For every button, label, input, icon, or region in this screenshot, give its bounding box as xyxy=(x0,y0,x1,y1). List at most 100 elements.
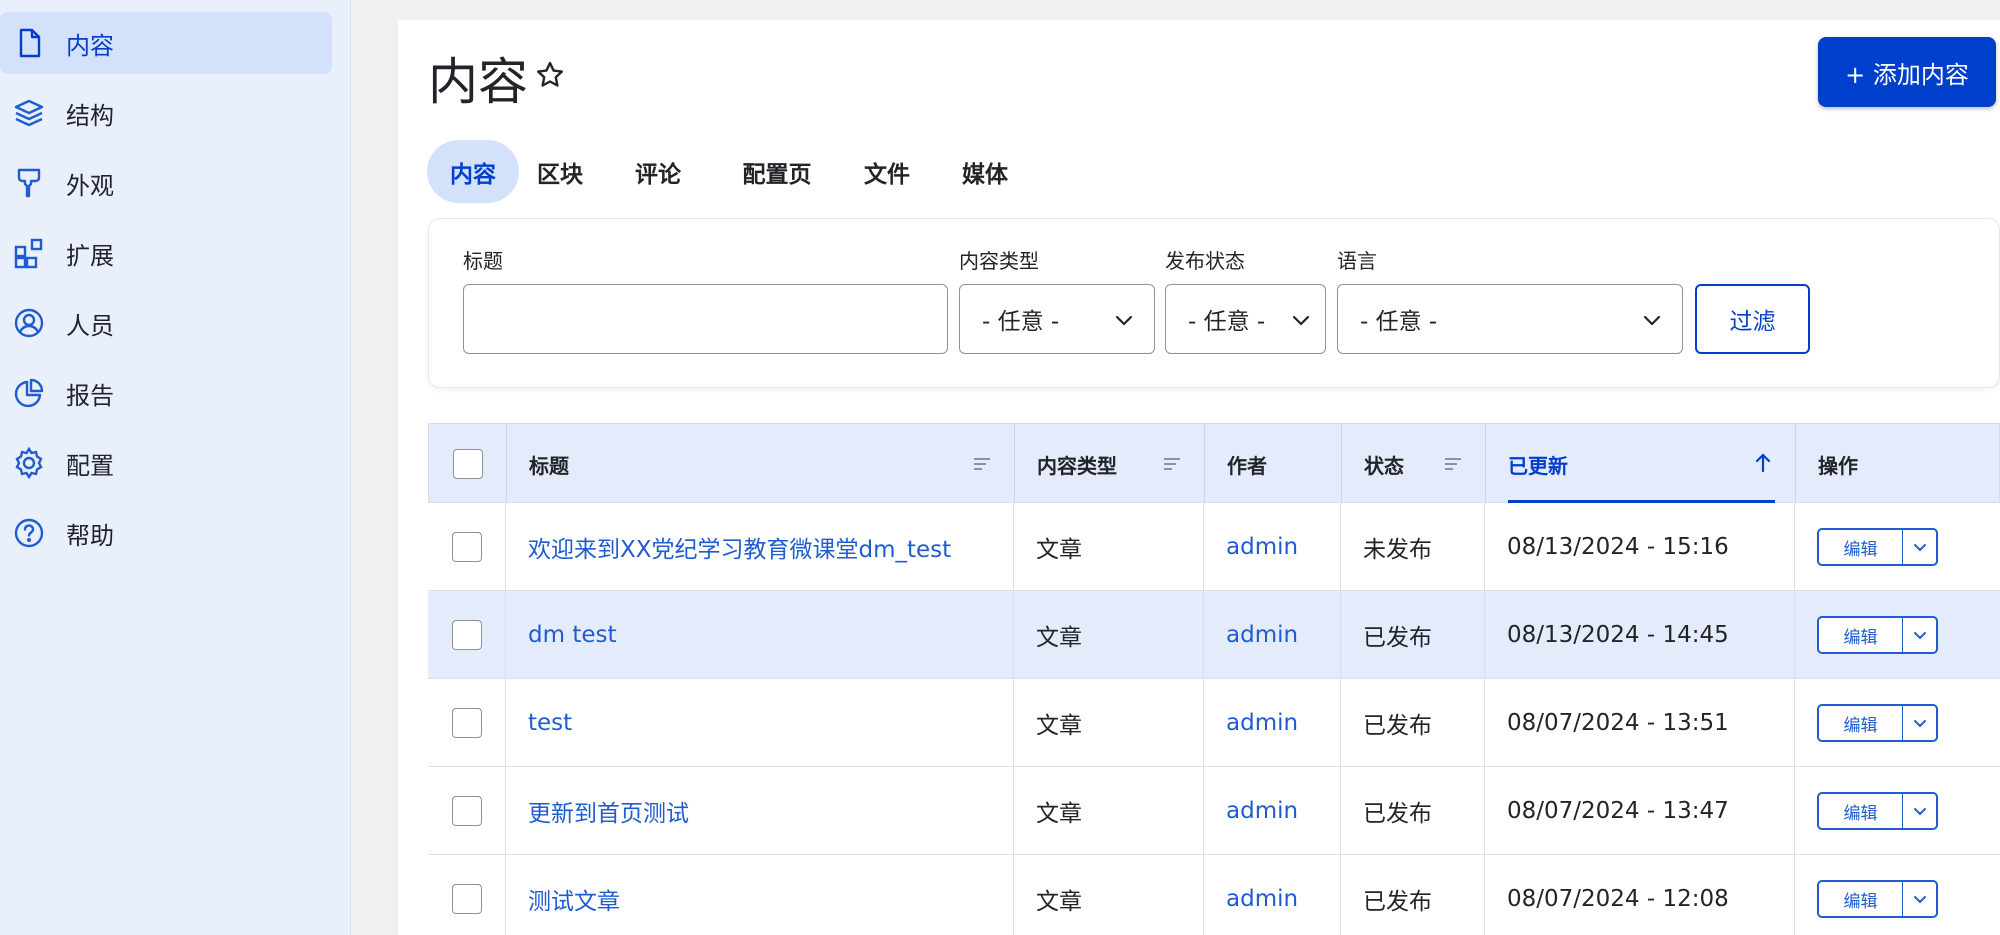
select-all-checkbox[interactable] xyxy=(452,449,483,479)
language-filter-label: 语言 xyxy=(1337,249,1377,273)
chevron-down-icon xyxy=(1913,720,1926,728)
table-header: 标题 内容类型 作者 状态 已更新 操作 xyxy=(428,423,2000,504)
language-filter-select[interactable]: - 任意 - xyxy=(1337,284,1683,354)
row-checkbox[interactable] xyxy=(451,532,482,562)
sidebar-item-label: 报告 xyxy=(66,381,114,410)
operations-cell: 编辑 xyxy=(1795,855,2000,935)
title-cell: 测试文章 xyxy=(506,855,1014,935)
column-title[interactable]: 标题 xyxy=(507,424,1015,504)
table-row: test 文章 admin 已发布 08/07/2024 - 13:51 编辑 xyxy=(428,679,2000,767)
column-title-label: 标题 xyxy=(529,453,569,478)
status-filter-label: 发布状态 xyxy=(1165,249,1245,273)
title-filter-label: 标题 xyxy=(463,249,503,273)
dropdown-toggle[interactable] xyxy=(1903,618,1936,652)
operations-cell: 编辑 xyxy=(1795,503,2000,591)
content-title-link[interactable]: dm test xyxy=(528,622,617,648)
page-title: 内容 xyxy=(428,53,528,111)
dropdown-toggle[interactable] xyxy=(1903,882,1936,916)
column-type[interactable]: 内容类型 xyxy=(1015,424,1205,504)
author-link[interactable]: admin xyxy=(1226,886,1298,912)
sidebar-item-label: 扩展 xyxy=(66,241,114,270)
content-title-link[interactable]: 欢迎来到XX党纪学习教育微课堂dm_test xyxy=(528,530,951,564)
updated-cell: 08/07/2024 - 13:47 xyxy=(1485,767,1795,855)
edit-dropbutton: 编辑 xyxy=(1817,704,1938,742)
content-title-link[interactable]: 更新到首页测试 xyxy=(528,794,689,828)
column-updated-label: 已更新 xyxy=(1508,453,1568,478)
dropdown-toggle[interactable] xyxy=(1903,530,1936,564)
author-cell: admin xyxy=(1204,503,1341,591)
sidebar-item-content[interactable]: 内容 xyxy=(0,12,332,74)
tab-blocks[interactable]: 区块 xyxy=(525,140,595,203)
author-cell: admin xyxy=(1204,855,1341,935)
row-checkbox[interactable] xyxy=(451,708,482,738)
language-filter-value: - 任意 - xyxy=(1360,309,1438,335)
author-link[interactable]: admin xyxy=(1226,710,1298,736)
chevron-down-icon xyxy=(1913,544,1926,552)
row-checkbox[interactable] xyxy=(451,796,482,826)
sidebar-item-people[interactable]: 人员 xyxy=(0,292,332,354)
filter-button[interactable]: 过滤 xyxy=(1695,284,1810,354)
puzzle-icon xyxy=(13,237,45,269)
edit-button[interactable]: 编辑 xyxy=(1819,530,1903,564)
type-filter-select[interactable]: - 任意 - xyxy=(959,284,1155,354)
sort-icon xyxy=(1162,454,1182,474)
content-title-link[interactable]: 测试文章 xyxy=(528,882,620,916)
title-cell: test xyxy=(506,679,1014,767)
sidebar-item-extend[interactable]: 扩展 xyxy=(0,222,332,284)
paint-roller-icon xyxy=(13,167,45,199)
row-select-cell xyxy=(428,855,506,935)
author-cell: admin xyxy=(1204,591,1341,679)
status-cell: 已发布 xyxy=(1341,591,1485,679)
author-link[interactable]: admin xyxy=(1226,798,1298,824)
operations-cell: 编辑 xyxy=(1795,591,2000,679)
title-filter-input[interactable] xyxy=(463,284,948,354)
column-operations-label: 操作 xyxy=(1818,453,1858,478)
arrow-up-icon xyxy=(1753,453,1773,473)
updated-cell: 08/07/2024 - 12:08 xyxy=(1485,855,1795,935)
sidebar-item-help[interactable]: 帮助 xyxy=(0,502,332,564)
edit-button[interactable]: 编辑 xyxy=(1819,618,1903,652)
add-content-button[interactable]: + 添加内容 xyxy=(1818,37,1996,107)
row-checkbox[interactable] xyxy=(451,620,482,650)
row-select-cell xyxy=(428,767,506,855)
sidebar-item-structure[interactable]: 结构 xyxy=(0,82,332,144)
type-filter-value: - 任意 - xyxy=(982,309,1060,335)
tab-content[interactable]: 内容 xyxy=(427,140,519,203)
sidebar-item-reports[interactable]: 报告 xyxy=(0,362,332,424)
status-filter-select[interactable]: - 任意 - xyxy=(1165,284,1326,354)
sidebar-item-config[interactable]: 配置 xyxy=(0,432,332,494)
tab-media[interactable]: 媒体 xyxy=(950,140,1020,203)
filter-form: 标题 内容类型 - 任意 - 发布状态 - 任意 - 语言 - 任意 - 过滤 xyxy=(428,218,2000,388)
author-link[interactable]: admin xyxy=(1226,534,1298,560)
sidebar-item-label: 结构 xyxy=(66,101,114,130)
edit-dropbutton: 编辑 xyxy=(1817,792,1938,830)
row-checkbox[interactable] xyxy=(451,884,482,914)
sidebar: 内容 结构 外观 扩展 人员 报告 配置 帮助 xyxy=(0,0,351,935)
sidebar-item-appearance[interactable]: 外观 xyxy=(0,152,332,214)
chevron-down-icon xyxy=(1913,632,1926,640)
type-cell: 文章 xyxy=(1014,767,1204,855)
column-status[interactable]: 状态 xyxy=(1342,424,1486,504)
tab-config-pages[interactable]: 配置页 xyxy=(730,140,824,203)
author-link[interactable]: admin xyxy=(1226,622,1298,648)
chevron-down-icon xyxy=(1112,308,1136,332)
sidebar-item-label: 内容 xyxy=(66,31,114,60)
tab-comments[interactable]: 评论 xyxy=(623,140,693,203)
title-cell: 更新到首页测试 xyxy=(506,767,1014,855)
content-title-link[interactable]: test xyxy=(528,710,572,736)
edit-button[interactable]: 编辑 xyxy=(1819,794,1903,828)
status-cell: 已发布 xyxy=(1341,855,1485,935)
status-cell: 已发布 xyxy=(1341,767,1485,855)
dropdown-toggle[interactable] xyxy=(1903,794,1936,828)
status-cell: 已发布 xyxy=(1341,679,1485,767)
tab-files[interactable]: 文件 xyxy=(852,140,922,203)
edit-button[interactable]: 编辑 xyxy=(1819,706,1903,740)
sidebar-item-label: 配置 xyxy=(66,451,114,480)
edit-button[interactable]: 编辑 xyxy=(1819,882,1903,916)
star-icon[interactable] xyxy=(534,59,566,91)
chevron-down-icon xyxy=(1913,896,1926,904)
edit-dropbutton: 编辑 xyxy=(1817,528,1938,566)
column-updated[interactable]: 已更新 xyxy=(1486,424,1796,504)
dropdown-toggle[interactable] xyxy=(1903,706,1936,740)
type-cell: 文章 xyxy=(1014,591,1204,679)
